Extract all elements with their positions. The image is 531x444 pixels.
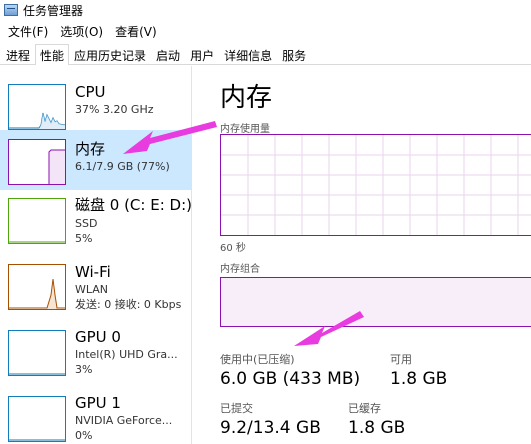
sidebar-item-gpu0[interactable]: GPU 0 Intel(R) UHD Gra... 3%	[0, 322, 192, 384]
tab-performance[interactable]: 性能	[35, 44, 70, 65]
performance-sidebar: CPU 37% 3.20 GHz 内存 6.1/7.9 GB (77%) 磁盘 …	[0, 66, 192, 444]
available-label: 可用	[390, 353, 412, 366]
memory-usage-label: 内存使用量	[220, 124, 270, 135]
sidebar-memory-detail: 6.1/7.9 GB (77%)	[75, 160, 170, 173]
tab-details[interactable]: 详细信息	[219, 44, 277, 64]
memory-composition-label: 内存组合	[220, 264, 260, 275]
tab-bar: 进程 性能 应用历史记录 启动 用户 详细信息 服务	[0, 44, 531, 65]
cached-label: 已缓存	[348, 402, 381, 415]
menu-bar: 文件(F) 选项(O) 查看(V)	[0, 20, 163, 42]
sidebar-gpu0-model: Intel(R) UHD Gra...	[75, 348, 178, 361]
tab-app-history[interactable]: 应用历史记录	[69, 44, 151, 64]
tab-services[interactable]: 服务	[277, 44, 311, 64]
available-value: 1.8 GB	[390, 369, 448, 389]
graph-time-span-label: 60 秒	[220, 243, 246, 254]
tab-users[interactable]: 用户	[185, 44, 219, 64]
sidebar-wifi-throughput: 发送: 0 接收: 0 Kbps	[75, 298, 182, 311]
wifi-thumbnail-graph	[8, 264, 66, 310]
sidebar-cpu-detail: 37% 3.20 GHz	[75, 103, 154, 116]
committed-value: 9.2/13.4 GB	[220, 418, 321, 438]
sidebar-disk-name: 磁盘 0 (C: E: D:)	[75, 196, 192, 214]
sidebar-gpu1-model: NVIDIA GeForce...	[75, 414, 173, 427]
sidebar-disk-usage: 5%	[75, 232, 93, 245]
in-use-value: 6.0 GB (433 MB)	[220, 369, 361, 389]
sidebar-gpu0-name: GPU 0	[75, 328, 121, 346]
memory-detail-panel: 内存 内存使用量 60 秒 内存组合 使用中(已压缩) 6.0 GB (433 …	[193, 66, 531, 444]
window-title: 任务管理器	[23, 3, 84, 18]
sidebar-gpu0-usage: 3%	[75, 363, 93, 376]
sidebar-gpu1-usage: 0%	[75, 429, 93, 442]
committed-label: 已提交	[220, 402, 253, 415]
menu-file[interactable]: 文件(F)	[2, 23, 54, 40]
memory-thumbnail-graph	[8, 139, 66, 185]
sidebar-wifi-adapter: WLAN	[75, 283, 109, 296]
gpu1-thumbnail-graph	[8, 396, 66, 442]
sidebar-gpu1-name: GPU 1	[75, 394, 121, 412]
sidebar-wifi-name: Wi-Fi	[75, 263, 111, 281]
memory-usage-graph	[220, 134, 531, 236]
disk-thumbnail-graph	[8, 198, 66, 244]
cached-value: 1.8 GB	[348, 418, 406, 438]
sidebar-item-gpu1[interactable]: GPU 1 NVIDIA GeForce... 0%	[0, 388, 192, 444]
title-bar: 任务管理器	[0, 0, 531, 20]
sidebar-memory-name: 内存	[75, 140, 106, 158]
sidebar-item-disk[interactable]: 磁盘 0 (C: E: D:) SSD 5%	[0, 192, 192, 254]
sidebar-item-wifi[interactable]: Wi-Fi WLAN 发送: 0 接收: 0 Kbps	[0, 256, 192, 318]
tab-processes[interactable]: 进程	[1, 44, 35, 64]
gpu0-thumbnail-graph	[8, 330, 66, 376]
sidebar-item-cpu[interactable]: CPU 37% 3.20 GHz	[0, 76, 192, 138]
cpu-thumbnail-graph	[8, 84, 66, 130]
sidebar-item-memory[interactable]: 内存 6.1/7.9 GB (77%)	[0, 130, 192, 190]
menu-view[interactable]: 查看(V)	[109, 23, 163, 40]
task-manager-icon	[4, 4, 18, 16]
sidebar-disk-type: SSD	[75, 217, 98, 230]
in-use-label: 使用中(已压缩)	[220, 353, 295, 366]
menu-options[interactable]: 选项(O)	[54, 23, 109, 40]
memory-composition-bar	[220, 277, 531, 327]
page-title: 内存	[220, 83, 273, 113]
tab-startup[interactable]: 启动	[151, 44, 185, 64]
sidebar-cpu-name: CPU	[75, 83, 106, 101]
